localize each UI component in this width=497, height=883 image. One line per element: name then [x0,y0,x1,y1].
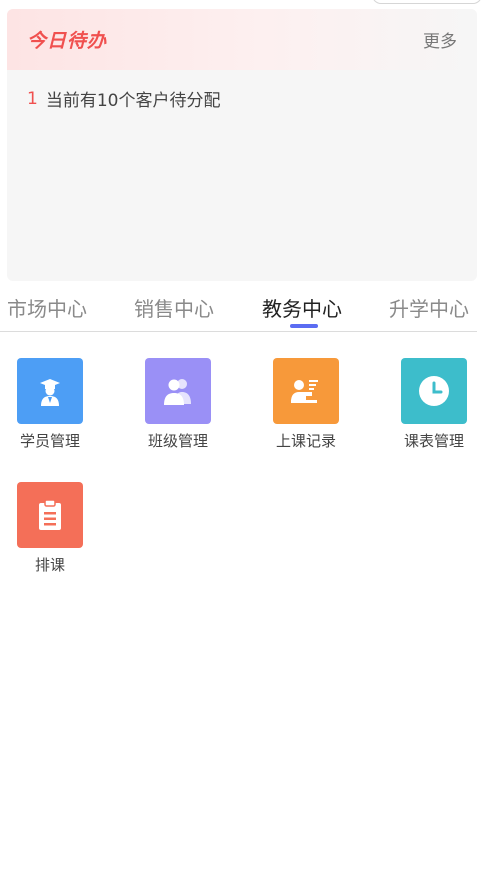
todo-item[interactable]: 1 当前有10个客户待分配 [27,86,477,112]
active-tab-indicator [290,324,318,328]
tab-academic-center[interactable]: 教务中心 [262,293,342,322]
tab-sales-center[interactable]: 销售中心 [134,293,214,322]
grid-item-scheduling[interactable]: 排课 [0,482,100,575]
todo-item-index: 1 [27,88,38,109]
grid-item-label: 排课 [34,556,65,574]
todo-card: 今日待办 更多 1 当前有10个客户待分配 [7,9,477,281]
grid-item-label: 班级管理 [147,432,208,450]
clipboard-icon [17,482,83,548]
student-icon [17,358,83,424]
grid-item-class-records[interactable]: 上课记录 [256,358,356,451]
todo-list: 1 当前有10个客户待分配 [7,70,477,112]
todo-title: 今日待办 [27,30,108,52]
grid-item-label: 学员管理 [19,432,80,450]
top-pill-button[interactable] [372,0,482,4]
grid-item-student-management[interactable]: 学员管理 [0,358,100,451]
clock-icon [401,358,467,424]
tab-market-center[interactable]: 市场中心 [7,293,87,322]
grid-item-label: 上课记录 [275,432,336,450]
tab-admission-center[interactable]: 升学中心 [389,293,469,322]
center-tabs: 市场中心 销售中心 教务中心 升学中心 [0,284,477,332]
todo-item-text: 当前有10个客户待分配 [45,91,221,111]
class-icon [145,358,211,424]
todo-more-link[interactable]: 更多 [423,27,457,52]
teaching-record-icon [273,358,339,424]
grid-item-class-management[interactable]: 班级管理 [128,358,228,451]
grid-item-label: 课表管理 [403,432,464,450]
grid-item-schedule-management[interactable]: 课表管理 [384,358,484,451]
todo-header: 今日待办 更多 [7,9,477,70]
